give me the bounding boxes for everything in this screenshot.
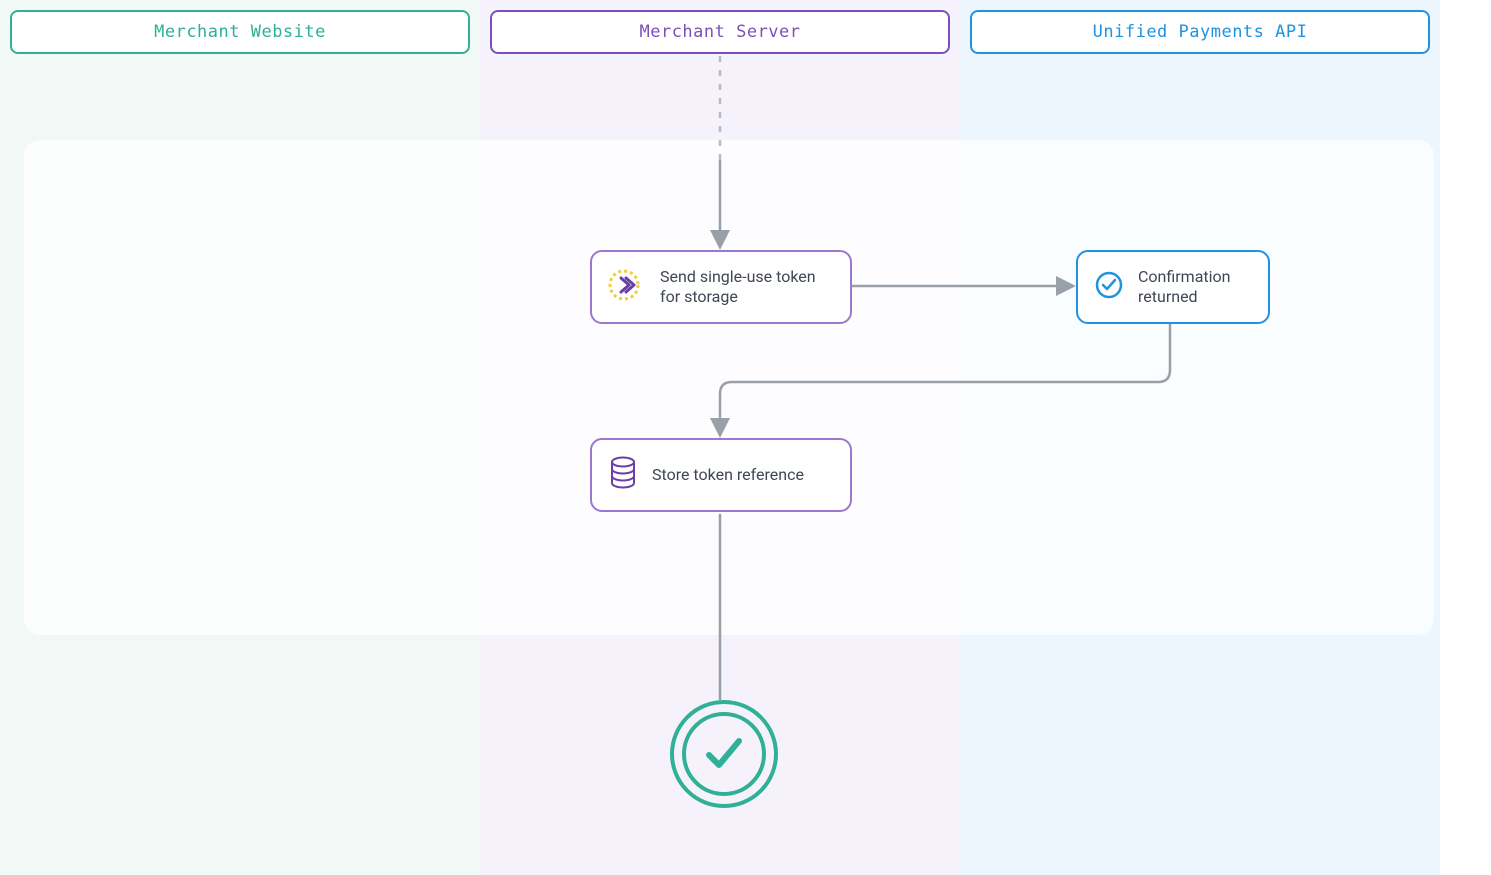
flow-card xyxy=(24,140,1434,635)
end-success-icon xyxy=(670,700,778,808)
node-send-token: Send single-use token for storage xyxy=(590,250,852,324)
lane-header-merchant-website: Merchant Website xyxy=(10,10,470,54)
database-icon xyxy=(608,456,638,494)
lane-header-payments-api: Unified Payments API xyxy=(970,10,1430,54)
node-confirmation-returned: Confirmation returned xyxy=(1076,250,1270,324)
node-label: Confirmation returned xyxy=(1138,267,1248,307)
coin-forward-icon xyxy=(608,266,646,308)
node-label: Send single-use token for storage xyxy=(660,267,820,307)
node-store-token-reference: Store token reference xyxy=(590,438,852,512)
check-circle-icon xyxy=(1094,270,1124,304)
node-label: Store token reference xyxy=(652,465,804,485)
lane-header-merchant-server: Merchant Server xyxy=(490,10,950,54)
